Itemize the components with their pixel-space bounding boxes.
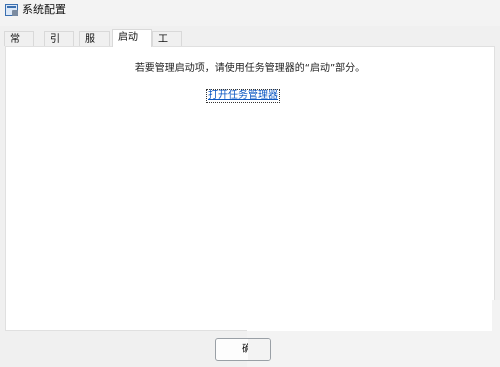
tab-services[interactable]: 服务 — [79, 31, 110, 60]
tab-general[interactable]: 常规 — [4, 31, 34, 60]
startup-instruction: 若要管理启动项，请使用任务管理器的“启动”部分。 — [134, 63, 366, 74]
cropped-panel-area — [247, 300, 492, 331]
window-title: 系统配置 — [22, 3, 66, 16]
tab-boot[interactable]: 引导 — [44, 31, 74, 60]
tab-startup[interactable]: 启动 — [112, 29, 152, 47]
open-task-manager-link[interactable]: 打开任务管理器 — [206, 89, 280, 103]
tab-tools[interactable]: 工具 — [152, 31, 182, 60]
msconfig-icon — [5, 4, 18, 16]
cropped-area — [247, 300, 500, 367]
ok-button[interactable]: 确 — [215, 338, 271, 361]
startup-panel: 若要管理启动项，请使用任务管理器的“启动”部分。 打开任务管理器 — [5, 46, 495, 331]
system-configuration-window: 系统配置 常规 引导 服务 启动 工具 若要管理启动项，请使用任务管理器的“启动… — [0, 0, 500, 367]
title-bar: 系统配置 — [0, 0, 500, 26]
